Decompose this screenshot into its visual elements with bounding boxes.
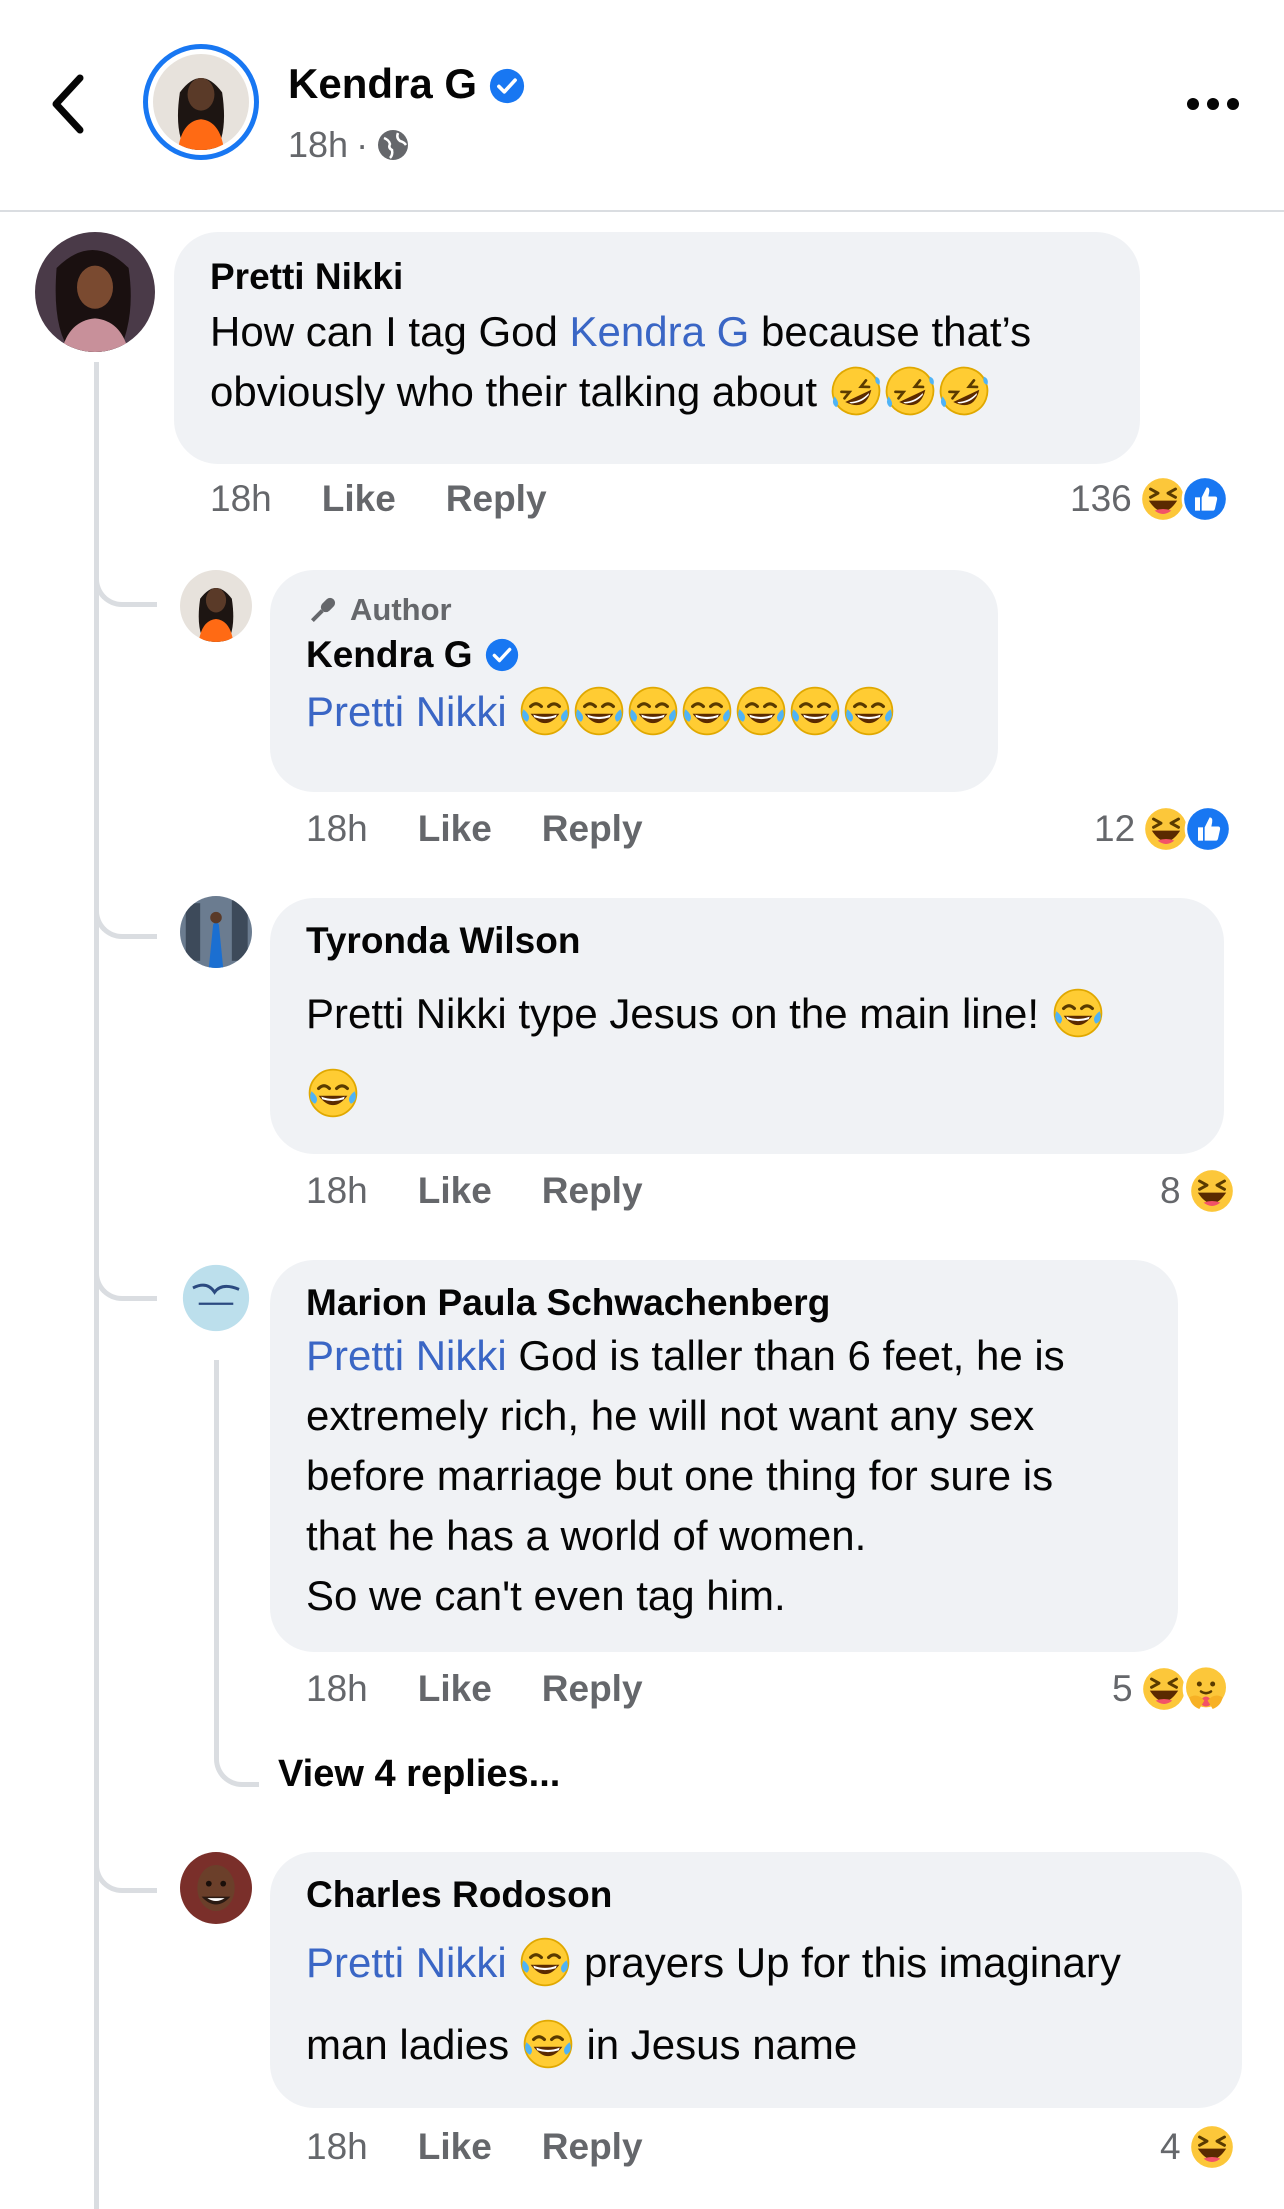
comment-bubble: Author Kendra G Pretti Nikki [270,570,998,792]
haha-reaction-icon [1187,2122,1237,2172]
reaction-summary[interactable]: 136 [1070,474,1230,524]
thread-connector [94,1854,157,1893]
reaction-count: 8 [1160,1170,1181,1211]
joy-emoji-icon [1051,986,1105,1040]
verified-badge-icon [485,638,519,672]
author-avatar[interactable] [143,44,259,160]
reply-button[interactable]: Reply [542,2126,643,2168]
joy-emoji-icon [572,684,626,738]
like-reaction-icon [1183,804,1233,854]
comment-author[interactable]: Tyronda Wilson [306,920,1188,962]
post-time[interactable]: 18h [288,124,348,166]
joy-emoji-icon [518,1934,572,1988]
back-button[interactable] [44,66,92,142]
thread-connector [94,900,157,939]
comment-bubble: Pretti Nikki How can I tag God Kendra G … [174,232,1140,464]
comment-time[interactable]: 18h [306,1170,368,1212]
reply-button[interactable]: Reply [446,478,547,520]
comment-bubble: Charles Rodoson Pretti Nikki prayers Up … [270,1852,1242,2108]
reaction-count: 12 [1094,808,1136,849]
reaction-count: 136 [1070,478,1132,519]
rofl-emoji-icon [829,364,883,418]
reaction-summary[interactable]: 4 [1160,2122,1237,2172]
commenter-avatar[interactable] [180,1262,252,1334]
like-button[interactable]: Like [322,478,396,520]
rofl-emoji-icon [937,364,991,418]
meta-separator: · [356,124,369,165]
comment-author[interactable]: Marion Paula Schwachenberg [306,1282,1142,1324]
author-name[interactable]: Kendra G [288,60,477,108]
reply-button[interactable]: Reply [542,1668,643,1710]
reaction-count: 5 [1112,1668,1133,1709]
comment-author[interactable]: Charles Rodoson [306,1874,1206,1916]
chevron-left-icon [52,74,84,134]
comment-bubble: Tyronda Wilson Pretti Nikki type Jesus o… [270,898,1224,1154]
comment-time[interactable]: 18h [306,1668,368,1710]
author-name-row[interactable]: Kendra G [288,60,525,108]
reaction-count: 4 [1160,2126,1181,2167]
globe-icon [378,130,409,160]
like-button[interactable]: Like [418,1170,492,1212]
comment-actions: 18h Like Reply [306,808,693,850]
comment-time[interactable]: 18h [306,808,368,850]
reaction-summary[interactable]: 8 [1160,1166,1237,1216]
thread-connector [94,1262,157,1301]
comment-actions: 18h Like Reply [306,1668,693,1710]
comment-author[interactable]: Kendra G [306,634,473,676]
commenter-avatar[interactable] [35,232,155,352]
joy-emoji-icon [306,1066,360,1120]
mention-link[interactable]: Pretti Nikki [306,1332,507,1379]
haha-reaction-icon [1187,1166,1237,1216]
comment-bubble: Marion Paula Schwachenberg Pretti Nikki … [270,1260,1178,1652]
reply-button[interactable]: Reply [542,1170,643,1212]
mention-link[interactable]: Pretti Nikki [306,688,507,735]
comment-actions: 18h Like Reply [210,478,597,520]
like-button[interactable]: Like [418,2126,492,2168]
like-button[interactable]: Like [418,808,492,850]
comment-text: How can I tag God Kendra G because that’… [210,302,1104,422]
thread-connector [214,1740,259,1787]
more-options-button[interactable] [1185,92,1241,116]
microphone-icon [310,597,336,623]
care-reaction-icon [1181,1664,1231,1714]
joy-emoji-icon [734,684,788,738]
more-dots-icon [1187,98,1239,110]
comment-text: Pretti Nikki [306,682,962,742]
reaction-summary[interactable]: 12 [1094,804,1233,854]
comment-text: Pretti Nikki prayers Up for this imagina… [306,1922,1206,2086]
comment-time[interactable]: 18h [306,2126,368,2168]
post-meta: 18h · [288,124,410,166]
comment-text: Pretti Nikki type Jesus on the main line… [306,974,1188,1134]
joy-emoji-icon [842,684,896,738]
commenter-avatar[interactable] [180,1852,252,1924]
thread-line-nested [214,1360,219,1740]
post-header: Kendra G 18h · [0,0,1284,212]
comment-text: Pretti Nikki God is taller than 6 feet, … [306,1332,1065,1619]
author-tag: Author [306,592,962,628]
view-replies-link[interactable]: View 4 replies... [278,1753,560,1796]
joy-emoji-icon [788,684,842,738]
reply-button[interactable]: Reply [542,808,643,850]
comment-actions: 18h Like Reply [306,2126,693,2168]
comment-author[interactable]: Pretti Nikki [210,256,1104,298]
commenter-avatar[interactable] [180,570,252,642]
commenter-avatar[interactable] [180,896,252,968]
comment-author-row: Kendra G [306,634,962,676]
joy-emoji-icon [518,684,572,738]
verified-badge-icon [489,66,525,102]
comment-time[interactable]: 18h [210,478,272,520]
mention-link[interactable]: Pretti Nikki [306,1939,507,1986]
rofl-emoji-icon [883,364,937,418]
like-button[interactable]: Like [418,1668,492,1710]
joy-emoji-icon [521,2016,575,2070]
joy-emoji-icon [626,684,680,738]
joy-emoji-icon [680,684,734,738]
reaction-summary[interactable]: 5 [1112,1664,1231,1714]
mention-link[interactable]: Kendra G [570,308,750,355]
like-reaction-icon [1180,474,1230,524]
comment-actions: 18h Like Reply [306,1170,693,1212]
thread-connector [94,568,157,607]
